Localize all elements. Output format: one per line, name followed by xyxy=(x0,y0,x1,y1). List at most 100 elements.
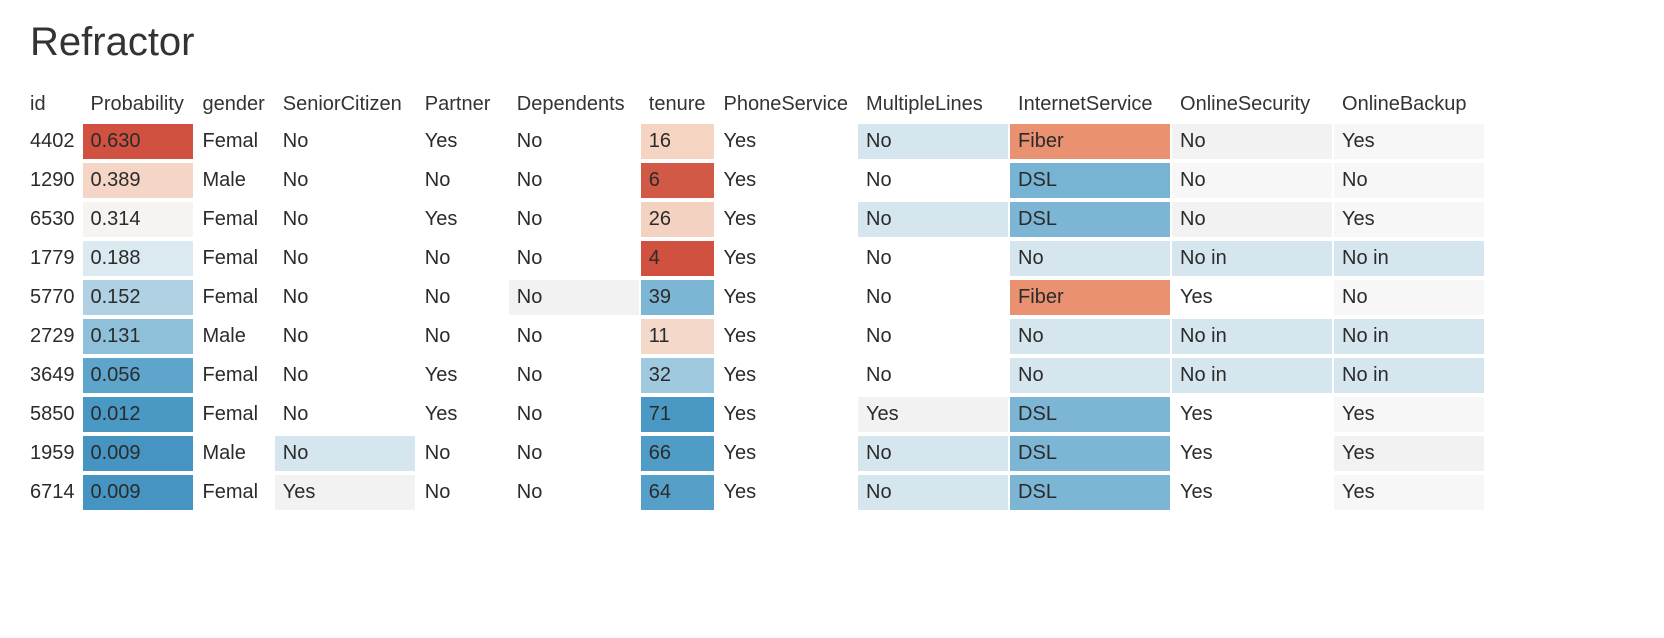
table-row[interactable]: 17790.188FemalNoNoNo4YesNoNoNo inNo in xyxy=(22,241,1484,276)
cell-onlinesecurity: No in xyxy=(1172,319,1332,354)
cell-gender: Male xyxy=(195,163,273,198)
cell-internetservice: DSL xyxy=(1010,436,1170,471)
cell-onlinesecurity: Yes xyxy=(1172,280,1332,315)
cell-internetservice: DSL xyxy=(1010,163,1170,198)
cell-tenure: 26 xyxy=(641,202,714,237)
col-header[interactable]: MultipleLines xyxy=(858,89,1008,120)
col-header[interactable]: tenure xyxy=(641,89,714,120)
cell-onlinesecurity: No xyxy=(1172,202,1332,237)
cell-gender: Femal xyxy=(195,280,273,315)
cell-partner: Yes xyxy=(417,124,507,159)
cell-tenure: 32 xyxy=(641,358,714,393)
table-row[interactable]: 36490.056FemalNoYesNo32YesNoNoNo inNo in xyxy=(22,358,1484,393)
page-title: Refractor xyxy=(30,20,1644,65)
cell-internetservice: DSL xyxy=(1010,475,1170,510)
col-header[interactable]: Partner xyxy=(417,89,507,120)
cell-tenure: 64 xyxy=(641,475,714,510)
cell-seniorcitizen: No xyxy=(275,202,415,237)
cell-seniorcitizen: No xyxy=(275,280,415,315)
cell-id: 1779 xyxy=(22,241,81,276)
cell-onlinesecurity: No xyxy=(1172,124,1332,159)
table-row[interactable]: 65300.314FemalNoYesNo26YesNoDSLNoYes xyxy=(22,202,1484,237)
cell-dependents: No xyxy=(509,163,639,198)
cell-gender: Male xyxy=(195,319,273,354)
cell-gender: Male xyxy=(195,436,273,471)
cell-dependents: No xyxy=(509,319,639,354)
table-row[interactable]: 12900.389MaleNoNoNo6YesNoDSLNoNo xyxy=(22,163,1484,198)
col-header[interactable]: SeniorCitizen xyxy=(275,89,415,120)
cell-internetservice: Fiber xyxy=(1010,280,1170,315)
cell-seniorcitizen: No xyxy=(275,124,415,159)
cell-tenure: 11 xyxy=(641,319,714,354)
cell-seniorcitizen: Yes xyxy=(275,475,415,510)
col-header[interactable]: id xyxy=(22,89,81,120)
cell-probability: 0.389 xyxy=(83,163,193,198)
cell-dependents: No xyxy=(509,397,639,432)
cell-onlinesecurity: Yes xyxy=(1172,475,1332,510)
cell-gender: Femal xyxy=(195,358,273,393)
cell-gender: Femal xyxy=(195,475,273,510)
cell-tenure: 6 xyxy=(641,163,714,198)
cell-id: 1959 xyxy=(22,436,81,471)
cell-onlinesecurity: No in xyxy=(1172,241,1332,276)
cell-tenure: 66 xyxy=(641,436,714,471)
cell-seniorcitizen: No xyxy=(275,358,415,393)
cell-id: 4402 xyxy=(22,124,81,159)
table-row[interactable]: 67140.009FemalYesNoNo64YesNoDSLYesYes xyxy=(22,475,1484,510)
cell-seniorcitizen: No xyxy=(275,397,415,432)
cell-phoneservice: Yes xyxy=(716,475,857,510)
cell-gender: Femal xyxy=(195,397,273,432)
cell-id: 5850 xyxy=(22,397,81,432)
cell-dependents: No xyxy=(509,241,639,276)
table-row[interactable]: 27290.131MaleNoNoNo11YesNoNoNo inNo in xyxy=(22,319,1484,354)
cell-onlinesecurity: Yes xyxy=(1172,397,1332,432)
table-row[interactable]: 19590.009MaleNoNoNo66YesNoDSLYesYes xyxy=(22,436,1484,471)
col-header[interactable]: Probability xyxy=(83,89,193,120)
cell-probability: 0.152 xyxy=(83,280,193,315)
col-header[interactable]: gender xyxy=(195,89,273,120)
cell-tenure: 16 xyxy=(641,124,714,159)
cell-internetservice: No xyxy=(1010,241,1170,276)
cell-id: 3649 xyxy=(22,358,81,393)
refractor-table: id Probability gender SeniorCitizen Part… xyxy=(20,85,1486,514)
cell-multiplelines: No xyxy=(858,436,1008,471)
cell-onlinebackup: No in xyxy=(1334,319,1484,354)
cell-id: 1290 xyxy=(22,163,81,198)
table-row[interactable]: 57700.152FemalNoNoNo39YesNoFiberYesNo xyxy=(22,280,1484,315)
col-header[interactable]: InternetService xyxy=(1010,89,1170,120)
cell-gender: Femal xyxy=(195,124,273,159)
cell-tenure: 71 xyxy=(641,397,714,432)
table-row[interactable]: 44020.630FemalNoYesNo16YesNoFiberNoYes xyxy=(22,124,1484,159)
cell-onlinebackup: No in xyxy=(1334,241,1484,276)
cell-onlinebackup: No xyxy=(1334,280,1484,315)
cell-probability: 0.630 xyxy=(83,124,193,159)
col-header[interactable]: OnlineSecurity xyxy=(1172,89,1332,120)
cell-internetservice: No xyxy=(1010,358,1170,393)
cell-tenure: 4 xyxy=(641,241,714,276)
cell-gender: Femal xyxy=(195,202,273,237)
col-header[interactable]: PhoneService xyxy=(716,89,857,120)
cell-partner: No xyxy=(417,436,507,471)
cell-probability: 0.314 xyxy=(83,202,193,237)
cell-internetservice: No xyxy=(1010,319,1170,354)
cell-onlinesecurity: No in xyxy=(1172,358,1332,393)
cell-internetservice: Fiber xyxy=(1010,124,1170,159)
cell-multiplelines: No xyxy=(858,124,1008,159)
cell-multiplelines: No xyxy=(858,319,1008,354)
cell-phoneservice: Yes xyxy=(716,241,857,276)
cell-onlinebackup: Yes xyxy=(1334,202,1484,237)
col-header[interactable]: Dependents xyxy=(509,89,639,120)
col-header[interactable]: OnlineBackup xyxy=(1334,89,1484,120)
cell-phoneservice: Yes xyxy=(716,436,857,471)
cell-dependents: No xyxy=(509,124,639,159)
cell-onlinesecurity: No xyxy=(1172,163,1332,198)
cell-dependents: No xyxy=(509,202,639,237)
cell-multiplelines: No xyxy=(858,241,1008,276)
cell-tenure: 39 xyxy=(641,280,714,315)
cell-seniorcitizen: No xyxy=(275,163,415,198)
cell-multiplelines: No xyxy=(858,280,1008,315)
cell-probability: 0.009 xyxy=(83,475,193,510)
cell-onlinebackup: Yes xyxy=(1334,475,1484,510)
table-row[interactable]: 58500.012FemalNoYesNo71YesYesDSLYesYes xyxy=(22,397,1484,432)
cell-phoneservice: Yes xyxy=(716,163,857,198)
